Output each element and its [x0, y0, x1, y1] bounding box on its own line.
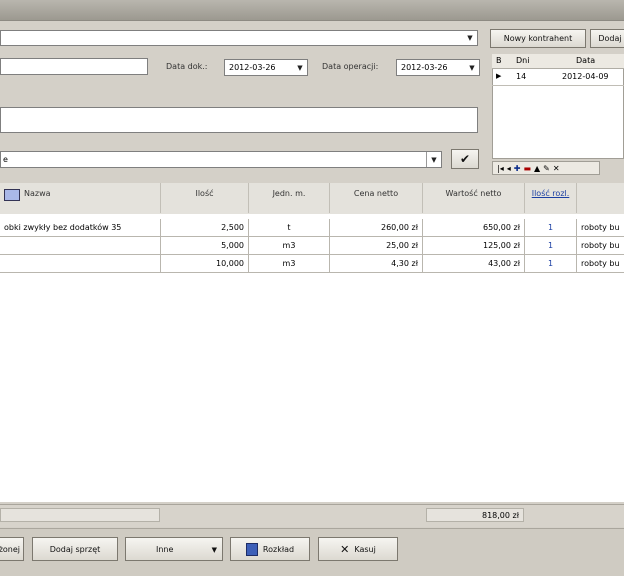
cell-cena: 4,30 zł	[330, 255, 423, 272]
operation-date-picker[interactable]: 2012-03-26 ▼	[396, 59, 480, 76]
footer-left-cell	[0, 508, 160, 522]
cell-ilosc-rozl: 1	[525, 219, 577, 236]
cell-ilosc: 5,000	[161, 237, 249, 254]
column-nazwa[interactable]: Nazwa	[0, 183, 161, 213]
table-row[interactable]: 5,000 m3 25,00 zł 125,00 zł 1 roboty bu	[0, 237, 624, 255]
header-b: B	[496, 56, 502, 65]
chevron-down-icon[interactable]: ▼	[465, 60, 479, 75]
cell-nazwa: obki zwykły bez dodatków 35	[0, 219, 161, 236]
left-partial-button[interactable]: żonej	[0, 537, 24, 561]
bottom-toolbar: żonej Dodaj sprzęt Inne ▼ Rozkład ✕ Kasu…	[0, 528, 624, 576]
confirm-button[interactable]: ✔	[451, 149, 479, 169]
remove-icon[interactable]: ▬	[523, 164, 531, 173]
add-icon[interactable]: ✚	[514, 164, 521, 173]
schedule-icon	[245, 542, 258, 556]
chevron-down-icon[interactable]: ▼	[426, 152, 441, 167]
column-opis[interactable]	[577, 183, 624, 213]
checkmark-icon: ✔	[459, 152, 471, 166]
delete-button[interactable]: ✕ Kasuj	[318, 537, 398, 561]
column-ilosc[interactable]: Ilość	[161, 183, 249, 213]
header-dni: Dni	[516, 56, 530, 65]
edit-icon[interactable]: ✎	[543, 164, 550, 173]
chevron-down-icon: ▼	[211, 546, 217, 554]
payment-dates-row[interactable]: ▶ 14 2012-04-09	[492, 69, 624, 86]
cell-ilosc-rozl: 1	[525, 237, 577, 254]
items-grid-header: Nazwa Ilość Jedn. m. Cena netto Wartość …	[0, 183, 624, 215]
new-contractor-button[interactable]: Nowy kontrahent	[490, 29, 586, 48]
column-ilosc-rozl[interactable]: Ilość rozl.	[525, 183, 577, 213]
schedule-button[interactable]: Rozkład	[230, 537, 310, 561]
row-dni: 14	[516, 72, 527, 81]
document-date-label: Data dok.:	[166, 62, 208, 71]
first-icon[interactable]: |◂	[497, 164, 504, 173]
other-dropdown-button[interactable]: Inne ▼	[125, 537, 223, 561]
cell-jednostka: t	[249, 219, 330, 236]
cell-ilosc: 10,000	[161, 255, 249, 272]
cell-jednostka: m3	[249, 255, 330, 272]
column-cena-netto[interactable]: Cena netto	[330, 183, 423, 213]
cancel-icon[interactable]: ✕	[553, 164, 560, 173]
prev-icon[interactable]: ◂	[507, 164, 511, 173]
cell-wartosc: 650,00 zł	[423, 219, 525, 236]
contractor-combobox[interactable]: ▼	[0, 30, 478, 46]
payment-dates-header: B Dni Data	[492, 54, 624, 69]
document-number-field[interactable]	[0, 58, 148, 75]
chevron-down-icon[interactable]: ▼	[293, 60, 307, 75]
row-pointer-icon: ▶	[496, 72, 502, 80]
cell-ilosc-rozl: 1	[525, 255, 577, 272]
column-jednostka[interactable]: Jedn. m.	[249, 183, 330, 213]
cell-opis: roboty bu	[581, 241, 620, 250]
up-icon[interactable]: ▲	[534, 164, 540, 173]
cell-jednostka: m3	[249, 237, 330, 254]
add-button[interactable]: Dodaj	[590, 29, 624, 48]
column-wartosc-netto[interactable]: Wartość netto	[423, 183, 525, 213]
total-net-value: 818,00 zł	[481, 510, 519, 520]
add-equipment-button[interactable]: Dodaj sprzęt	[32, 537, 118, 561]
item-combobox-value: e	[3, 155, 8, 164]
grid-navigator: |◂ ◂ ✚ ▬ ▲ ✎ ✕	[492, 161, 600, 175]
cell-cena: 25,00 zł	[330, 237, 423, 254]
sheet-icon	[4, 189, 20, 201]
document-date-value: 2012-03-26	[229, 63, 276, 72]
cell-cena: 260,00 zł	[330, 219, 423, 236]
cell-nazwa	[0, 255, 161, 272]
cell-ilosc: 2,500	[161, 219, 249, 236]
chevron-down-icon[interactable]: ▼	[463, 31, 477, 45]
row-data: 2012-04-09	[562, 72, 609, 81]
table-row[interactable]: 10,000 m3 4,30 zł 43,00 zł 1 roboty bu	[0, 255, 624, 273]
cell-wartosc: 125,00 zł	[423, 237, 525, 254]
operation-date-value: 2012-03-26	[401, 63, 448, 72]
document-date-picker[interactable]: 2012-03-26 ▼	[224, 59, 308, 76]
cell-opis: roboty bu	[581, 259, 620, 268]
cell-nazwa	[0, 237, 161, 254]
window-titlebar	[0, 0, 624, 21]
total-net-cell: 818,00 zł	[426, 508, 524, 522]
description-field[interactable]	[0, 107, 478, 133]
table-row[interactable]: obki zwykły bez dodatków 35 2,500 t 260,…	[0, 219, 624, 237]
cell-opis: roboty bu	[581, 223, 620, 232]
cell-wartosc: 43,00 zł	[423, 255, 525, 272]
totals-bar: 818,00 zł	[0, 504, 624, 527]
header-data: Data	[576, 56, 596, 65]
other-label: Inne	[156, 545, 174, 554]
operation-date-label: Data operacji:	[322, 62, 379, 71]
close-icon: ✕	[340, 542, 350, 556]
item-combobox[interactable]: e ▼	[0, 151, 442, 168]
